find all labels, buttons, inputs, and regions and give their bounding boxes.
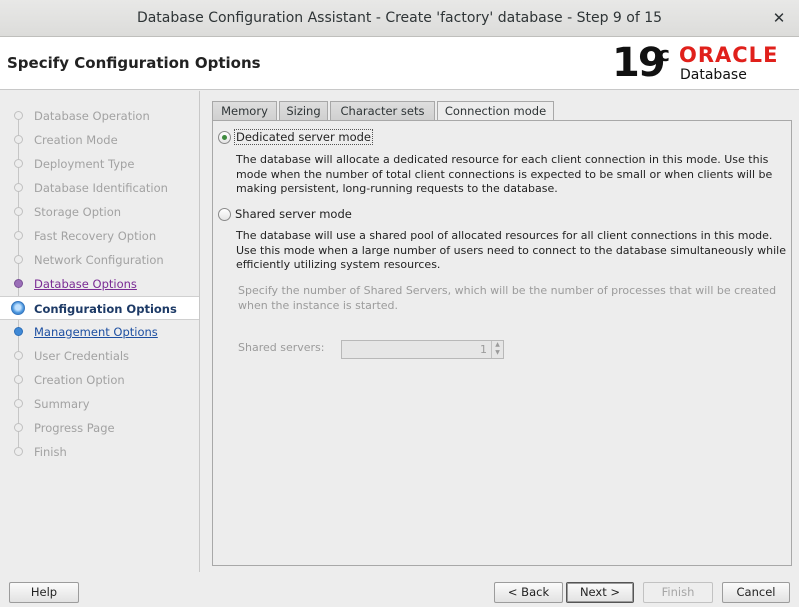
step-database-options[interactable]: Database Options — [0, 272, 199, 296]
spinner-down-icon: ▼ — [495, 349, 500, 356]
connection-mode-panel: Dedicated server mode The database will … — [212, 120, 792, 566]
tab-sizing[interactable]: Sizing — [279, 101, 328, 121]
window-title: Database Configuration Assistant - Creat… — [136, 10, 663, 26]
close-icon[interactable]: ✕ — [769, 8, 789, 28]
step-label: User Credentials — [34, 349, 130, 363]
step-dot-icon — [14, 447, 23, 456]
page-title: Specify Configuration Options — [7, 54, 261, 72]
step-dot-icon — [14, 231, 23, 240]
tab-memory[interactable]: Memory — [212, 101, 277, 121]
finish-button: Finish — [643, 582, 713, 603]
step-storage-option: Storage Option — [0, 200, 199, 224]
step-label: Finish — [34, 445, 67, 459]
shared-server-description: The database will use a shared pool of a… — [236, 229, 786, 271]
step-label: Configuration Options — [34, 302, 177, 316]
step-dot-icon — [14, 399, 23, 408]
step-dot-icon — [14, 255, 23, 264]
step-label: Storage Option — [34, 205, 122, 219]
step-label[interactable]: Management Options — [34, 325, 158, 339]
dedicated-server-description: The database will allocate a dedicated r… — [236, 153, 773, 195]
step-dot-icon — [14, 183, 23, 192]
step-finish: Finish — [0, 440, 199, 464]
step-progress-page: Progress Page — [0, 416, 199, 440]
step-dot-icon — [14, 375, 23, 384]
step-dot-icon — [14, 159, 23, 168]
step-summary: Summary — [0, 392, 199, 416]
step-database-operation: Database Operation — [0, 104, 199, 128]
cancel-button[interactable]: Cancel — [722, 582, 790, 603]
step-label: Fast Recovery Option — [34, 229, 157, 243]
step-label: Summary — [34, 397, 90, 411]
step-label[interactable]: Database Options — [34, 277, 137, 291]
shared-servers-value: 1 — [480, 343, 487, 356]
step-dot-icon — [14, 423, 23, 432]
logo-version: 19 — [612, 40, 666, 86]
step-label: Database Identification — [34, 181, 168, 195]
step-fast-recovery-option: Fast Recovery Option — [0, 224, 199, 248]
tab-connection-mode[interactable]: Connection mode — [437, 101, 554, 122]
page-header: Specify Configuration Options 19 c ORACL… — [0, 37, 799, 90]
dedicated-server-radio[interactable] — [218, 131, 231, 144]
step-dot-icon — [14, 135, 23, 144]
shared-servers-label: Shared servers: — [238, 341, 325, 354]
logo-product: Database — [680, 67, 747, 83]
step-dot-icon — [14, 111, 23, 120]
tab-character-sets[interactable]: Character sets — [330, 101, 435, 121]
step-label: Database Operation — [34, 109, 150, 123]
step-label: Creation Mode — [34, 133, 118, 147]
step-database-identification: Database Identification — [0, 176, 199, 200]
step-dot-icon — [14, 327, 23, 336]
step-label: Progress Page — [34, 421, 115, 435]
content-area: Memory Sizing Character sets Connection … — [212, 101, 792, 566]
step-label: Network Configuration — [34, 253, 164, 267]
step-current-icon — [11, 301, 25, 315]
spinner-up-icon: ▲ — [495, 341, 500, 348]
wizard-steps-sidebar: Database Operation Creation Mode Deploym… — [0, 91, 200, 572]
step-dot-icon — [14, 207, 23, 216]
step-dot-icon — [14, 351, 23, 360]
help-button[interactable]: Help — [9, 582, 79, 603]
window-titlebar: Database Configuration Assistant - Creat… — [0, 0, 799, 37]
step-creation-mode: Creation Mode — [0, 128, 199, 152]
logo-version-sup: c — [658, 42, 670, 66]
shared-servers-description: Specify the number of Shared Servers, wh… — [238, 284, 777, 312]
next-button[interactable]: Next > — [566, 582, 634, 603]
back-button[interactable]: < Back — [494, 582, 563, 603]
spinner-arrows: ▲ ▼ — [491, 341, 503, 358]
oracle-logo: 19 c ORACLE Database — [612, 40, 792, 86]
dedicated-server-label[interactable]: Dedicated server mode — [234, 129, 374, 145]
step-deployment-type: Deployment Type — [0, 152, 199, 176]
step-configuration-options: Configuration Options — [0, 296, 199, 320]
step-management-options[interactable]: Management Options — [0, 320, 199, 344]
step-label: Creation Option — [34, 373, 125, 387]
step-user-credentials: User Credentials — [0, 344, 199, 368]
shared-server-radio[interactable] — [218, 208, 231, 221]
shared-servers-spinner: 1 ▲ ▼ — [341, 340, 504, 359]
logo-brand: ORACLE — [679, 43, 779, 67]
step-dot-icon — [14, 279, 23, 288]
step-creation-option: Creation Option — [0, 368, 199, 392]
step-network-configuration: Network Configuration — [0, 248, 199, 272]
shared-server-label[interactable]: Shared server mode — [235, 207, 352, 221]
step-label: Deployment Type — [34, 157, 135, 171]
